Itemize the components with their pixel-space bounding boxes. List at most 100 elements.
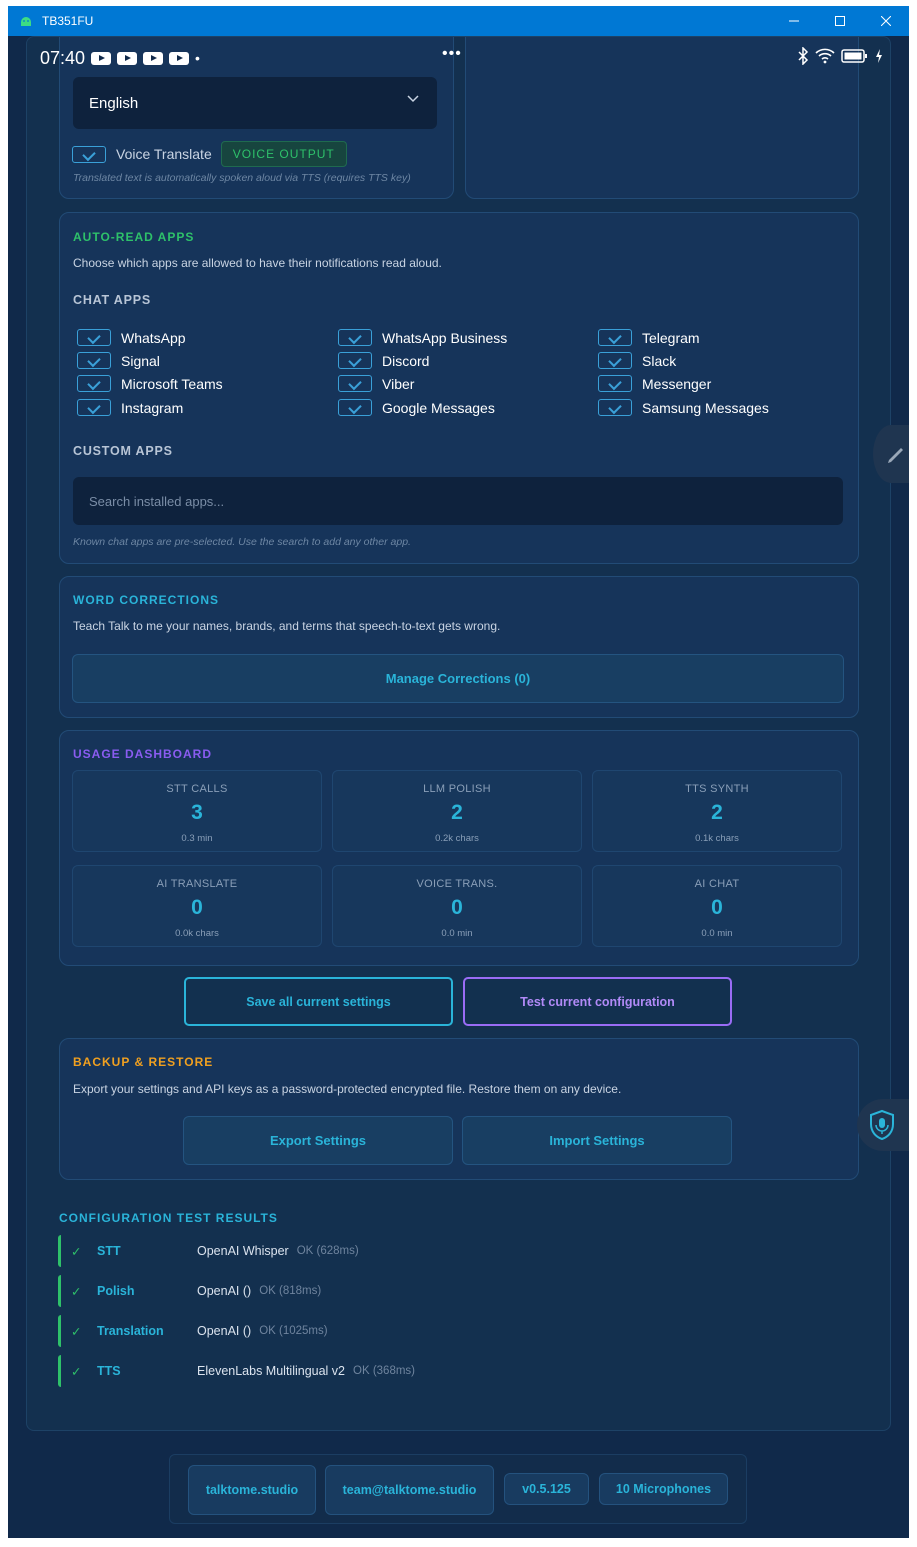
teams-checkbox[interactable]: [77, 375, 111, 392]
battery-icon: [841, 49, 867, 63]
save-settings-label: Save all current settings: [246, 994, 391, 1009]
stat-llm-polish: LLM POLISH 2 0.2k chars: [332, 770, 582, 852]
result-row: ✓ Translation OpenAI () OK (1025ms): [58, 1315, 558, 1347]
search-placeholder: Search installed apps...: [89, 493, 225, 509]
app-viber[interactable]: Viber: [338, 375, 414, 392]
whatsapp-checkbox[interactable]: [77, 329, 111, 346]
app-label: WhatsApp: [121, 329, 186, 346]
app-signal[interactable]: Signal: [77, 352, 160, 369]
email-link[interactable]: team@talktome.studio: [325, 1465, 494, 1515]
check-icon: ✓: [71, 1284, 82, 1299]
app-messenger[interactable]: Messenger: [598, 375, 711, 392]
youtube-icon: [143, 51, 164, 65]
floating-mic-button[interactable]: [857, 1099, 909, 1151]
result-status: OK (368ms): [353, 1365, 416, 1377]
google-messages-checkbox[interactable]: [338, 399, 372, 416]
check-icon: ✓: [71, 1364, 82, 1379]
stat-value: 0: [711, 896, 723, 919]
manage-corrections-button[interactable]: Manage Corrections (0): [72, 654, 844, 703]
stat-unit: 0.0 min: [701, 928, 733, 939]
custom-apps-search[interactable]: Search installed apps...: [73, 477, 843, 525]
result-provider: OpenAI (): [197, 1324, 252, 1338]
app-samsung-messages[interactable]: Samsung Messages: [598, 399, 769, 416]
stat-value: 0: [191, 896, 203, 919]
youtube-icon: [91, 51, 112, 65]
app-label: Samsung Messages: [642, 399, 769, 416]
youtube-icon: [169, 51, 190, 65]
website-link[interactable]: talktome.studio: [188, 1465, 316, 1515]
stat-unit: 0.0 min: [441, 928, 473, 939]
stat-stt-calls: STT CALLS 3 0.3 min: [72, 770, 322, 852]
export-settings-button[interactable]: Export Settings: [183, 1116, 453, 1165]
whatsapp-business-checkbox[interactable]: [338, 329, 372, 346]
minimize-button[interactable]: [771, 6, 817, 36]
title-bar: TB351FU: [8, 6, 909, 36]
stat-ai-chat: AI CHAT 0 0.0 min: [592, 865, 842, 947]
word-corrections-description: Teach Talk to me your names, brands, and…: [73, 619, 501, 633]
microphones-label: 10 Microphones: [615, 1482, 712, 1496]
manage-corrections-label: Manage Corrections (0): [385, 671, 531, 686]
app-label: Signal: [121, 352, 160, 369]
test-configuration-button[interactable]: Test current configuration: [463, 977, 732, 1026]
auto-read-title: AUTO-READ APPS: [73, 230, 195, 244]
notification-dot: •: [195, 50, 200, 66]
result-row: ✓ TTS ElevenLabs Multilingual v2 OK (368…: [58, 1355, 558, 1387]
close-icon: [881, 16, 891, 26]
floating-edit-button[interactable]: [873, 425, 909, 483]
app-whatsapp[interactable]: WhatsApp: [77, 329, 186, 346]
instagram-checkbox[interactable]: [77, 399, 111, 416]
result-provider: ElevenLabs Multilingual v2: [197, 1364, 346, 1378]
stat-value: 2: [711, 801, 723, 824]
voice-output-badge: VOICE OUTPUT: [220, 141, 347, 167]
microphones-badge[interactable]: 10 Microphones: [599, 1473, 728, 1505]
voice-translate-row[interactable]: Voice Translate VOICE OUTPUT: [72, 141, 347, 167]
slack-checkbox[interactable]: [598, 352, 632, 369]
import-settings-button[interactable]: Import Settings: [462, 1116, 732, 1165]
samsung-messages-checkbox[interactable]: [598, 399, 632, 416]
stat-unit: 0.0k chars: [175, 928, 219, 939]
app-instagram[interactable]: Instagram: [77, 399, 183, 416]
signal-checkbox[interactable]: [77, 352, 111, 369]
result-status: OK (1025ms): [259, 1325, 328, 1337]
viber-checkbox[interactable]: [338, 375, 372, 392]
chevron-down-icon: [407, 95, 419, 103]
messenger-checkbox[interactable]: [598, 375, 632, 392]
save-settings-button[interactable]: Save all current settings: [184, 977, 453, 1026]
app-slack[interactable]: Slack: [598, 352, 676, 369]
result-row: ✓ STT OpenAI Whisper OK (628ms): [58, 1235, 558, 1267]
settings-content[interactable]: AUTO-READ APPS Choose which apps are all…: [26, 36, 891, 1431]
result-status: OK (818ms): [259, 1285, 322, 1297]
app-discord[interactable]: Discord: [338, 352, 429, 369]
import-settings-label: Import Settings: [549, 1133, 645, 1148]
app-microsoft-teams[interactable]: Microsoft Teams: [77, 375, 223, 392]
stat-value: 2: [451, 801, 463, 824]
stat-label: AI CHAT: [694, 878, 740, 890]
app-telegram[interactable]: Telegram: [598, 329, 700, 346]
close-button[interactable]: [863, 6, 909, 36]
language-select[interactable]: English: [73, 77, 437, 129]
website-label: talktome.studio: [205, 1483, 299, 1497]
discord-checkbox[interactable]: [338, 352, 372, 369]
word-corrections-title: WORD CORRECTIONS: [73, 593, 219, 607]
app-label: Messenger: [642, 375, 712, 392]
stat-unit: 0.2k chars: [435, 833, 479, 844]
result-provider: OpenAI Whisper: [197, 1244, 289, 1258]
telegram-checkbox[interactable]: [598, 329, 632, 346]
stat-value: 0: [451, 896, 463, 919]
maximize-button[interactable]: [817, 6, 863, 36]
pencil-icon: [888, 448, 903, 463]
stat-label: VOICE TRANS.: [416, 878, 498, 890]
version-label: v0.5.125: [522, 1482, 571, 1496]
custom-apps-label: CUSTOM APPS: [73, 444, 173, 458]
check-icon: ✓: [71, 1244, 82, 1259]
voice-translate-checkbox[interactable]: [72, 145, 106, 163]
app-label: WhatsApp Business: [382, 329, 508, 346]
backup-description: Export your settings and API keys as a p…: [73, 1082, 622, 1096]
stat-voice-trans: VOICE TRANS. 0 0.0 min: [332, 865, 582, 947]
overflow-dots-icon: •••: [442, 45, 462, 62]
status-time: 07:40: [40, 47, 86, 68]
backup-title: BACKUP & RESTORE: [73, 1055, 214, 1069]
result-key: Translation: [97, 1324, 164, 1338]
app-whatsapp-business[interactable]: WhatsApp Business: [338, 329, 507, 346]
app-google-messages[interactable]: Google Messages: [338, 399, 495, 416]
